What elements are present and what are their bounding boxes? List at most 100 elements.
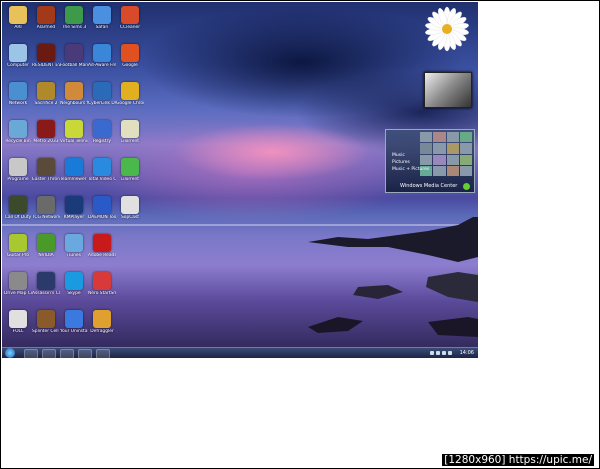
desktop-icon-label: Easter Throne <box>32 177 60 182</box>
tray-icon[interactable] <box>441 351 446 355</box>
app-icon <box>121 272 139 290</box>
rocks <box>308 217 478 337</box>
app-icon <box>9 120 27 138</box>
desktop-icon[interactable]: CCleaner <box>116 4 144 42</box>
watermark: [1280x960] https://upic.me/ <box>442 454 594 466</box>
desktop-icon[interactable]: Neighbours from Hell <box>60 80 88 118</box>
desktop-icon-label: Google <box>122 63 138 68</box>
app-icon <box>121 44 139 62</box>
desktop-icon[interactable]: ARI <box>4 4 32 42</box>
desktop-icon[interactable] <box>116 308 144 346</box>
app-icon <box>65 272 83 290</box>
desktop-icon-label: Nero StartSmart <box>88 291 116 296</box>
desktop-icon-label: Google Chrome <box>116 101 144 106</box>
desktop-icon-label: RESIDENT EVIL 5 <box>32 63 60 68</box>
desktop-icon-label: TCG Network <box>32 215 60 220</box>
desktop-icon[interactable]: TCG Network <box>32 194 60 232</box>
app-icon <box>121 196 139 214</box>
desktop-icon[interactable]: iTunes <box>60 232 88 270</box>
windows-media-center-gadget[interactable]: Music Pictures Music + Pictures Windows … <box>385 129 475 193</box>
desktop[interactable]: ARI Alarmed The Sims 3 Safari CCleaner Comput… <box>2 2 478 358</box>
desktop-icon[interactable]: Google <box>116 42 144 80</box>
desktop-icon[interactable] <box>116 270 144 308</box>
desktop-icon-label: DAEMON Tools Lite <box>88 215 116 220</box>
app-icon <box>37 120 55 138</box>
desktop-icon[interactable]: Total Video Converter <box>88 156 116 194</box>
desktop-icon-label: Defraggler <box>90 329 114 334</box>
desktop-icon[interactable]: Recycle Bin <box>4 118 32 156</box>
desktop-icon[interactable]: Ad-Aware Free <box>88 42 116 80</box>
desktop-icon[interactable]: Network <box>4 80 32 118</box>
taskbar-button-utorrent[interactable] <box>96 349 110 358</box>
desktop-icon[interactable]: Metro 2033 <box>32 118 60 156</box>
desktop-icon[interactable]: uTorrent <box>116 118 144 156</box>
desktop-icon[interactable]: uTorrent <box>116 156 144 194</box>
app-icon <box>37 310 55 328</box>
desktop-icon[interactable]: Guitar Pro <box>4 232 32 270</box>
wmc-menu-item[interactable]: Music <box>392 152 429 159</box>
desktop-icon[interactable]: The Sims 3 <box>60 4 88 42</box>
start-button[interactable] <box>5 348 15 358</box>
desktop-icon[interactable]: Drive Map City <box>4 270 32 308</box>
desktop-icon[interactable] <box>116 232 144 270</box>
desktop-icon[interactable]: Computer <box>4 42 32 80</box>
desktop-icon[interactable]: Skype <box>60 270 88 308</box>
desktop-icon[interactable]: Call Of Duty <box>4 194 32 232</box>
desktop-icon[interactable]: Safari <box>88 4 116 42</box>
wmc-title[interactable]: Windows Media Center <box>400 183 457 189</box>
desktop-icon[interactable]: Easter Throne <box>32 156 60 194</box>
app-icon <box>65 310 83 328</box>
volume-icon[interactable] <box>447 351 452 355</box>
desktop-icon[interactable]: Splinter Cell Conviction <box>32 308 60 346</box>
desktop-icon[interactable]: Virtual Tennis 2009 <box>60 118 88 156</box>
desktop-icon[interactable]: Nero StartSmart <box>88 270 116 308</box>
tray-icon[interactable] <box>429 351 434 355</box>
desktop-icon[interactable]: Your Uninstaller <box>60 308 88 346</box>
desktop-icon[interactable]: Google Chrome <box>116 80 144 118</box>
desktop-icon[interactable]: CyberLink DVD suite <box>88 80 116 118</box>
clock[interactable]: 14:06 <box>460 350 474 356</box>
taskbar-button-media[interactable] <box>60 349 74 358</box>
app-icon <box>93 272 111 290</box>
desktop-icon[interactable]: FOLL <box>4 308 32 346</box>
app-icon <box>121 234 139 252</box>
app-icon <box>93 158 111 176</box>
app-icon <box>65 234 83 252</box>
desktop-icon[interactable]: Adobe Reader <box>88 232 116 270</box>
desktop-icon[interactable]: Programe <box>4 156 32 194</box>
desktop-icon[interactable]: NVIDIA <box>32 232 60 270</box>
taskbar-button-app[interactable] <box>78 349 92 358</box>
desktop-icon[interactable]: SopCast <box>116 194 144 232</box>
tray-icon[interactable] <box>435 351 440 355</box>
desktop-icon-label: Metro 2033 <box>33 139 59 144</box>
desktop-icon[interactable]: Football Manager <box>60 42 88 80</box>
desktop-icon[interactable]: Assassin's Creed 2 <box>32 270 60 308</box>
desktop-icon[interactable]: Defraggler <box>88 308 116 346</box>
app-icon <box>9 234 27 252</box>
app-icon <box>37 6 55 24</box>
desktop-icon[interactable]: KMPlayer <box>60 194 88 232</box>
desktop-icon-label: KMPlayer <box>63 215 85 220</box>
slideshow-gadget[interactable] <box>424 72 472 108</box>
system-tray: 14:06 <box>429 349 474 357</box>
desktop-icon[interactable]: DAEMON Tools Lite <box>88 194 116 232</box>
app-icon <box>121 120 139 138</box>
app-icon <box>65 44 83 62</box>
desktop-icon-label: Drive Map City <box>4 291 32 296</box>
desktop-icon[interactable]: TeamViewer 7 <box>60 156 88 194</box>
desktop-icon[interactable]: RESIDENT EVIL 5 <box>32 42 60 80</box>
desktop-icon[interactable]: Registry <box>88 118 116 156</box>
app-icon <box>37 158 55 176</box>
app-icon <box>65 6 83 24</box>
taskbar-button-explorer[interactable] <box>24 349 38 358</box>
wmc-menu-item[interactable]: Music + Pictures <box>392 166 429 173</box>
desktop-icon-label: Registry <box>93 139 111 144</box>
app-icon <box>9 196 27 214</box>
desktop-icon[interactable]: Alarmed <box>32 4 60 42</box>
wmc-menu-item[interactable]: Pictures <box>392 159 429 166</box>
desktop-icon-label: Your Uninstaller <box>60 329 88 334</box>
taskbar-button-folder[interactable] <box>42 349 56 358</box>
flower-gadget-icon[interactable] <box>424 6 470 52</box>
desktop-icon[interactable]: Sacrifice 2 <box>32 80 60 118</box>
app-icon <box>121 158 139 176</box>
